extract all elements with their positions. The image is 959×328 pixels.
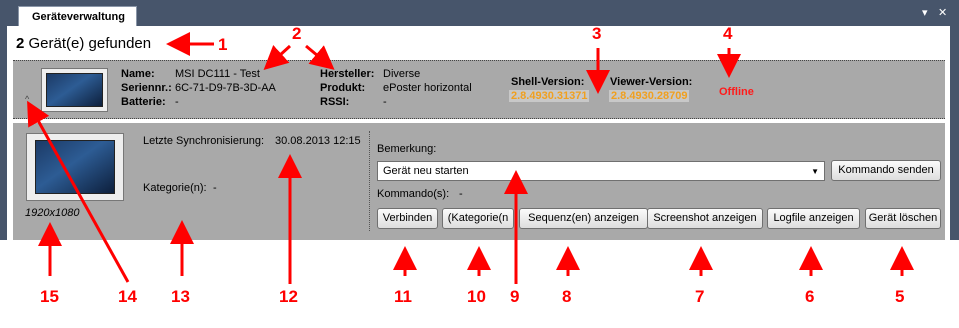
annotation-14: 14 (118, 287, 137, 306)
annotation-13: 13 (171, 287, 190, 306)
annotation-2: 2 (292, 24, 302, 43)
annotation-5: 5 (895, 287, 905, 306)
annotation-3: 3 (592, 24, 602, 43)
annotation-4: 4 (723, 24, 733, 43)
annotation-8: 8 (562, 287, 572, 306)
annotation-10: 10 (467, 287, 486, 306)
annotation-9: 9 (510, 287, 520, 306)
annotation-1: 1 (218, 35, 228, 54)
arrow-14 (27, 100, 130, 283)
annotation-7: 7 (695, 287, 705, 306)
annotation-15: 15 (40, 287, 59, 306)
arrow-2b (305, 44, 335, 70)
annotation-6: 6 (805, 287, 815, 306)
annotation-arrows (27, 32, 914, 284)
annotation-12: 12 (279, 287, 298, 306)
arrow-2a (263, 44, 292, 71)
annotation-11: 11 (394, 287, 412, 306)
